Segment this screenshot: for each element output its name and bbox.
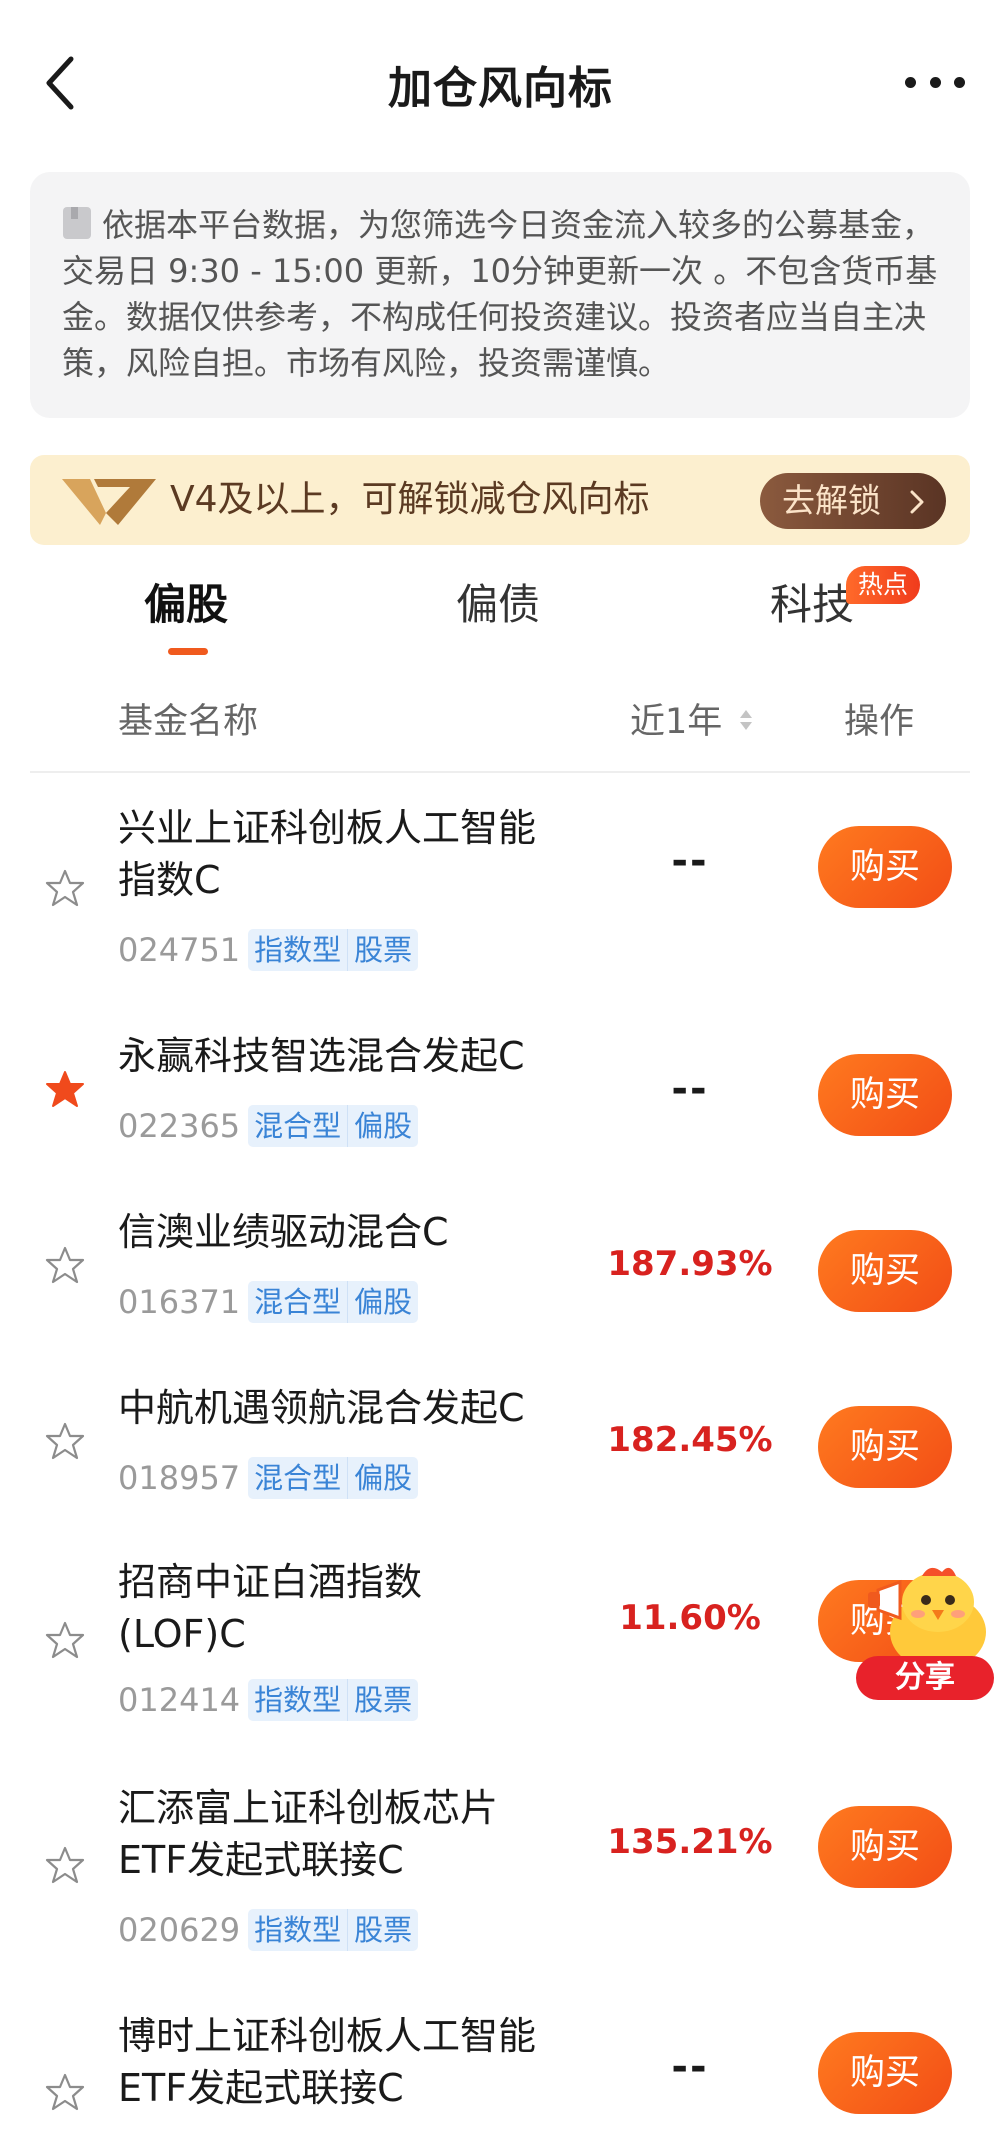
fund-meta: 012414 指数型 股票 [118, 1678, 419, 1722]
buy-button[interactable]: 购买 [818, 1806, 952, 1888]
star-outline-icon[interactable] [45, 1421, 85, 1461]
fund-name-line: 信澳业绩驱动混合C [118, 1210, 449, 1254]
fund-name-line: 兴业上证科创板人工智能 [118, 806, 537, 850]
table-header: 基金名称 近1年 操作 [0, 688, 1001, 748]
fund-type-tag: 指数型 [248, 929, 348, 971]
fund-name: 博时上证科创板人工智能 ETF发起式联接C [118, 2010, 578, 2114]
fund-code: 016371 [118, 1283, 241, 1321]
fund-category-tag: 偏股 [347, 1457, 419, 1499]
buy-button[interactable]: 购买 [818, 2032, 952, 2114]
return-1y: 182.45% [607, 1420, 773, 1460]
fund-name: 招商中证白酒指数 (LOF)C [118, 1556, 578, 1660]
fund-meta: 020629 指数型 股票 [118, 1908, 419, 1952]
fund-type-tag: 混合型 [248, 1105, 348, 1147]
fund-name: 中航机遇领航混合发起C [118, 1382, 578, 1434]
share-label: 分享 [856, 1656, 994, 1700]
fund-meta: 024751 指数型 股票 [118, 928, 419, 972]
return-1y: -- [671, 2044, 709, 2090]
return-1y: 187.93% [607, 1244, 773, 1284]
tab-tech[interactable]: 科技 [770, 575, 854, 635]
fund-name-line: 中航机遇领航混合发起C [118, 1386, 525, 1430]
fund-type-tag: 指数型 [248, 1909, 348, 1951]
fund-meta: 018957 混合型 偏股 [118, 1456, 419, 1500]
fund-name-line: 汇添富上证科创板芯片 [118, 1786, 499, 1830]
return-1y: 135.21% [607, 1822, 773, 1862]
star-outline-icon[interactable] [45, 1845, 85, 1885]
disclaimer-notice: 依据本平台数据，为您筛选今日资金流入较多的公募基金，交易日 9:30 - 15:… [30, 172, 970, 418]
nav-bar: 加仓风向标 [0, 0, 1001, 165]
vip-unlock-banner: V4及以上，可解锁减仓风向标 去解锁 [30, 455, 970, 545]
chevron-right-icon [910, 490, 924, 514]
fund-name-line: 永赢科技智选混合发起C [118, 1034, 525, 1078]
sort-icon [740, 710, 753, 730]
fund-name-line: ETF发起式联接C [118, 1838, 404, 1882]
return-1y: -- [671, 1066, 709, 1112]
fund-name-line: 博时上证科创板人工智能 [118, 2014, 537, 2058]
fund-code: 020629 [118, 1911, 241, 1949]
fund-category-tag: 股票 [347, 1909, 419, 1951]
buy-button[interactable]: 购买 [818, 826, 952, 908]
column-1y-return-label: 近1年 [630, 702, 723, 742]
hot-badge: 热点 [846, 566, 921, 604]
fund-name-line: 指数C [118, 858, 221, 902]
document-icon [63, 207, 91, 239]
column-operation: 操作 [844, 702, 915, 742]
buy-button[interactable]: 购买 [818, 1054, 952, 1136]
buy-button[interactable]: 购买 [818, 1406, 952, 1488]
share-mascot-button[interactable]: 分享 [838, 1560, 998, 1700]
fund-category-tag: 偏股 [347, 1105, 419, 1147]
fund-meta: 016371 混合型 偏股 [118, 1280, 419, 1324]
fund-meta: 022365 混合型 偏股 [118, 1104, 419, 1148]
fund-code: 024751 [118, 931, 241, 969]
more-options-button[interactable] [897, 60, 973, 104]
more-dot-icon [954, 76, 965, 88]
fund-name-line: 招商中证白酒指数 [118, 1560, 423, 1604]
active-tab-indicator [168, 648, 208, 655]
tab-equity[interactable]: 偏股 [144, 575, 228, 635]
fund-category-tag: 股票 [347, 929, 419, 971]
fund-category-tag: 偏股 [347, 1281, 419, 1323]
unlock-button[interactable]: 去解锁 [760, 473, 946, 529]
fund-name: 信澳业绩驱动混合C [118, 1206, 578, 1258]
more-dot-icon [929, 76, 941, 88]
star-outline-icon[interactable] [45, 868, 85, 908]
fund-name: 汇添富上证科创板芯片 ETF发起式联接C [118, 1782, 578, 1886]
fund-code: 012414 [118, 1681, 241, 1719]
fund-name: 兴业上证科创板人工智能 指数C [118, 802, 578, 906]
unlock-button-label: 去解锁 [782, 481, 881, 520]
notice-text: 依据本平台数据，为您筛选今日资金流入较多的公募基金，交易日 9:30 - 15:… [62, 206, 938, 382]
fund-code: 022365 [118, 1107, 241, 1145]
fund-name-line: (LOF)C [118, 1612, 246, 1656]
star-outline-icon[interactable] [45, 1245, 85, 1285]
vip-unlock-text: V4及以上，可解锁减仓风向标 [170, 479, 650, 520]
fund-type-tag: 混合型 [248, 1457, 348, 1499]
chick-mascot-icon [868, 1567, 986, 1670]
tab-bond[interactable]: 偏债 [456, 575, 540, 635]
column-1y-return-sort[interactable]: 近1年 [630, 693, 753, 744]
buy-button[interactable]: 购买 [818, 1230, 952, 1312]
vip-v-logo-icon [62, 479, 156, 525]
fund-type-tag: 指数型 [248, 1679, 348, 1721]
star-outline-icon[interactable] [45, 2072, 85, 2112]
fund-name: 永赢科技智选混合发起C [118, 1030, 578, 1082]
return-1y: 11.60% [619, 1598, 761, 1638]
star-outline-icon[interactable] [45, 1620, 85, 1660]
fund-name-line: ETF发起式联接C [118, 2066, 404, 2110]
fund-type-tag: 混合型 [248, 1281, 348, 1323]
star-filled-icon[interactable] [45, 1069, 85, 1109]
page-title: 加仓风向标 [388, 63, 613, 114]
fund-category-tag: 股票 [347, 1679, 419, 1721]
fund-code: 018957 [118, 1459, 241, 1497]
more-dot-icon [905, 76, 916, 88]
divider [30, 771, 970, 773]
return-1y: -- [671, 838, 709, 884]
column-fund-name: 基金名称 [118, 702, 259, 742]
